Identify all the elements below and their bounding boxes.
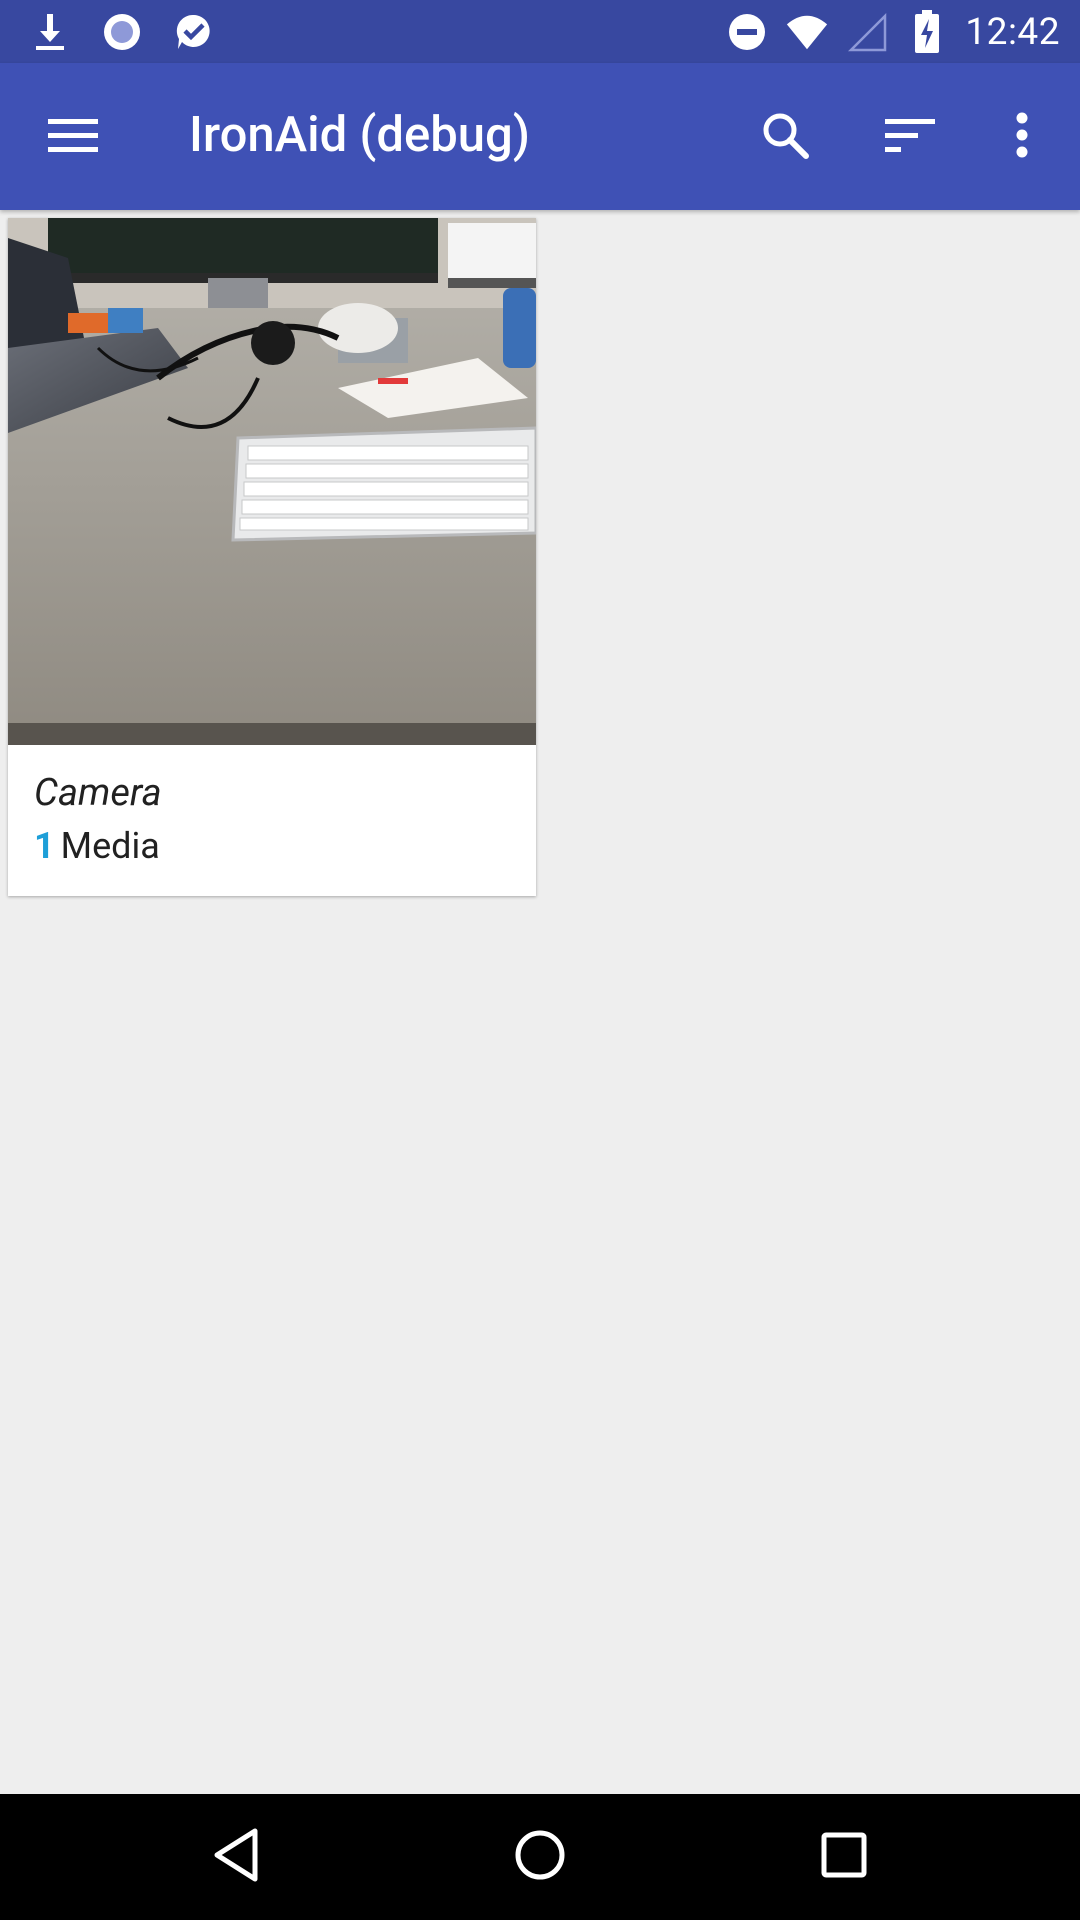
record-icon	[100, 10, 144, 54]
status-bar: 12:42	[0, 0, 1080, 63]
status-bar-system: 12:42	[725, 8, 1060, 56]
battery-charging-icon	[905, 10, 949, 54]
do-not-disturb-icon	[725, 10, 769, 54]
album-count-number: 1	[34, 825, 55, 867]
album-name: Camera	[34, 771, 162, 815]
wifi-icon	[785, 10, 829, 54]
recents-icon	[820, 1831, 868, 1883]
album-info: Camera 1 Media	[8, 745, 536, 896]
home-button[interactable]	[502, 1819, 578, 1895]
status-time: 12:42	[965, 10, 1060, 54]
album-thumbnail	[8, 218, 536, 745]
cell-signal-icon	[845, 10, 889, 54]
home-icon	[513, 1828, 567, 1886]
back-icon	[211, 1827, 261, 1887]
chat-check-icon	[172, 10, 216, 54]
hamburger-menu-icon	[48, 117, 98, 157]
more-vert-icon	[1015, 112, 1029, 162]
album-count-label: Media	[60, 825, 160, 867]
app-bar: IronAid (debug)	[0, 63, 1080, 210]
status-bar-notifications	[28, 8, 216, 56]
album-media-count: 1 Media	[34, 825, 160, 867]
sort-button[interactable]	[874, 101, 946, 173]
sort-icon	[885, 117, 935, 157]
back-button[interactable]	[198, 1819, 274, 1895]
more-options-button[interactable]	[986, 101, 1058, 173]
app-title: IronAid (debug)	[189, 106, 530, 163]
album-card[interactable]: Camera 1 Media	[8, 218, 536, 896]
download-icon	[28, 10, 72, 54]
search-button[interactable]	[749, 101, 821, 173]
navigation-menu-button[interactable]	[32, 101, 114, 173]
recents-button[interactable]	[806, 1819, 882, 1895]
search-icon	[760, 110, 810, 164]
navigation-bar	[0, 1794, 1080, 1920]
